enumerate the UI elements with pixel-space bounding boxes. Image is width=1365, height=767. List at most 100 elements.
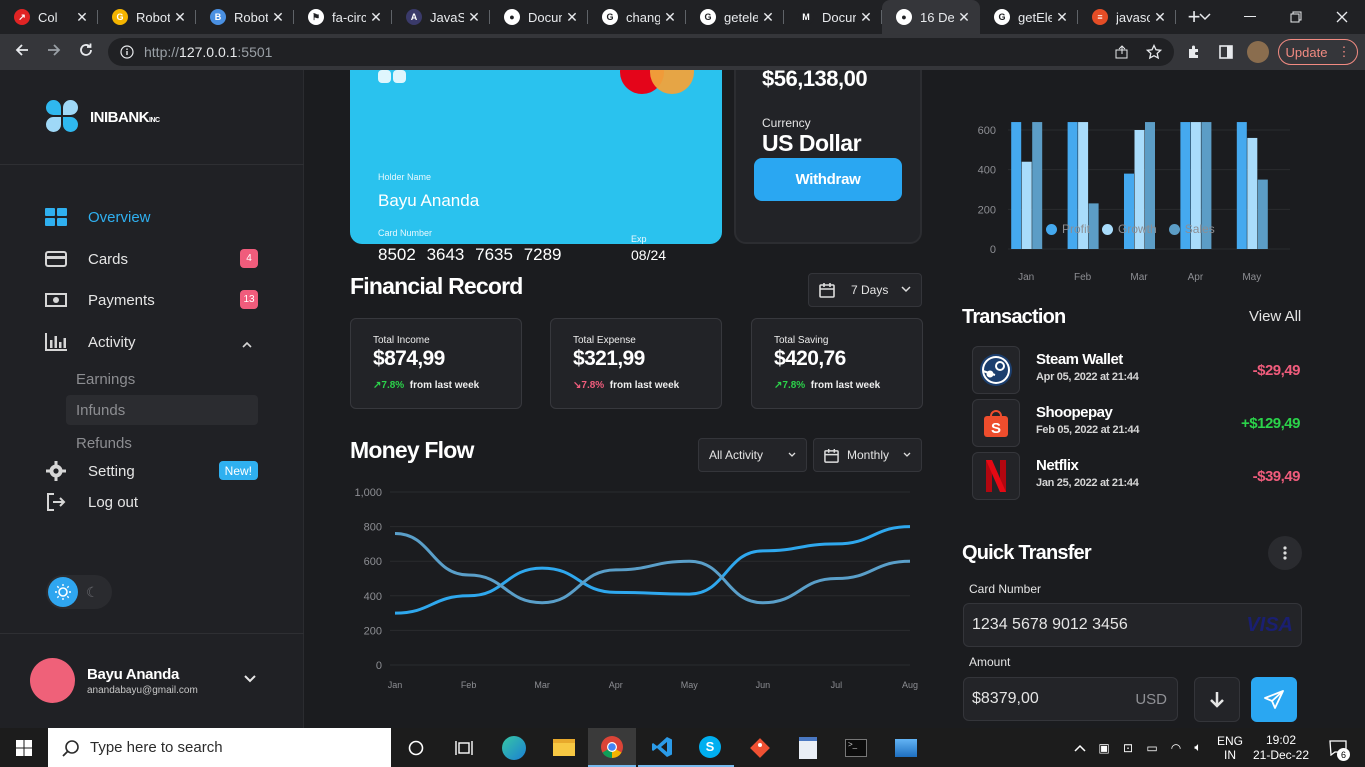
edge-icon[interactable] <box>490 728 538 767</box>
activity-filter-dropdown[interactable]: All Activity <box>698 438 807 472</box>
subnav-refunds[interactable]: Refunds <box>66 428 258 458</box>
skype-icon[interactable]: S <box>686 728 734 767</box>
chevron-down-icon <box>788 450 796 461</box>
tab-title: Docum <box>528 9 562 25</box>
tab-close-icon[interactable]: ✕ <box>1150 9 1170 26</box>
chevron-up-icon[interactable] <box>242 335 252 352</box>
tab-close-icon[interactable]: ✕ <box>170 9 190 26</box>
bar-profit <box>1011 122 1022 249</box>
chevron-down-icon[interactable] <box>244 670 256 686</box>
back-button[interactable] <box>6 42 38 63</box>
browser-tab[interactable]: ● Docum✕ <box>490 0 588 34</box>
battery-icon[interactable]: ▭ <box>1142 728 1162 767</box>
onedrive-icon[interactable]: ▣ <box>1094 728 1114 767</box>
browser-tab[interactable]: G Roboto✕ <box>98 0 196 34</box>
tab-close-icon[interactable]: ✕ <box>366 9 386 26</box>
tab-close-icon[interactable]: ✕ <box>856 9 876 26</box>
browser-tab[interactable]: A JavaSc✕ <box>392 0 490 34</box>
tab-close-icon[interactable]: ✕ <box>954 9 974 26</box>
site-info-icon[interactable] <box>120 45 134 59</box>
notification-center-icon[interactable]: 6 <box>1318 728 1358 767</box>
share-icon[interactable] <box>1106 34 1138 70</box>
taskbar-search-box[interactable]: Type here to search <box>48 728 391 767</box>
git-kraken-icon[interactable] <box>736 728 784 767</box>
tab-favicon-icon: ↗ <box>14 9 30 25</box>
nav-cards[interactable]: Cards 4 <box>45 247 260 271</box>
browser-tab[interactable]: B Robot ✕ <box>196 0 294 34</box>
browser-tab[interactable]: ↗ Col ✕ <box>0 0 98 34</box>
browser-tab[interactable]: ≡ javasc ✕ <box>1078 0 1176 34</box>
browser-tab[interactable]: Gchang ✕ <box>588 0 686 34</box>
photos-icon[interactable] <box>882 728 930 767</box>
card-number-field[interactable]: 1234 5678 9012 3456 VISA <box>963 603 1302 647</box>
brand-logo[interactable]: INIBANKINC <box>46 100 160 134</box>
volume-icon[interactable]: 🔈︎ <box>1188 728 1208 767</box>
user-profile[interactable]: Bayu Ananda anandabayu@gmail.com <box>30 658 198 703</box>
cortana-icon[interactable] <box>392 728 440 767</box>
range-dropdown[interactable]: 7 Days <box>808 273 922 307</box>
card-chip-icon <box>378 70 408 88</box>
extensions-icon[interactable] <box>1178 34 1210 70</box>
bookmark-star-icon[interactable] <box>1138 34 1170 70</box>
subnav-infunds[interactable]: Infunds <box>66 395 258 425</box>
tab-search-chevron-icon[interactable] <box>1182 0 1228 34</box>
browser-tab[interactable]: M Docum✕ <box>784 0 882 34</box>
minimize-button[interactable] <box>1227 0 1273 34</box>
chrome-icon[interactable] <box>588 728 636 767</box>
file-explorer-icon[interactable] <box>540 728 588 767</box>
view-all-link[interactable]: View All <box>1249 308 1301 325</box>
restore-button[interactable] <box>1273 0 1319 34</box>
tab-close-icon[interactable]: ✕ <box>1052 9 1072 26</box>
vscode-icon[interactable] <box>638 728 686 767</box>
tab-close-icon[interactable]: ✕ <box>660 9 680 26</box>
tray-chevron-up-icon[interactable] <box>1070 728 1090 767</box>
transaction-row[interactable]: S Shoopepay Feb 05, 2022 at 21:44 +$129,… <box>972 399 1302 447</box>
browser-tab[interactable]: ● 16 Dec✕ <box>882 0 980 34</box>
nav-activity[interactable]: Activity <box>45 330 260 354</box>
forward-button[interactable] <box>38 42 70 63</box>
tab-close-icon[interactable]: ✕ <box>268 9 288 26</box>
clock[interactable]: 19:02 21-Dec-22 <box>1250 728 1312 767</box>
transaction-row[interactable]: Netflix Jan 25, 2022 at 21:44 -$39,49 <box>972 452 1302 500</box>
tab-close-icon[interactable]: ✕ <box>72 9 92 26</box>
tab-close-icon[interactable]: ✕ <box>758 9 778 26</box>
nav-payments[interactable]: Payments 13 <box>45 288 260 312</box>
amount-field[interactable]: $8379,00 USD <box>963 677 1178 721</box>
profile-avatar-icon[interactable] <box>1242 34 1274 70</box>
nav-overview[interactable]: Overview <box>45 205 260 229</box>
terminal-icon[interactable]: >_ <box>832 728 880 767</box>
x-tick-label: Mar <box>534 680 550 690</box>
browser-tab[interactable]: GgetEle ✕ <box>980 0 1078 34</box>
bank-card[interactable]: Holder Name Bayu Ananda Card Number 8502… <box>350 70 722 264</box>
task-view-icon[interactable] <box>440 728 488 767</box>
security-icon[interactable]: ⊡ <box>1118 728 1138 767</box>
side-panel-icon[interactable] <box>1210 34 1242 70</box>
address-bar[interactable]: http://127.0.0.1:5501 <box>108 38 1174 66</box>
tab-close-icon[interactable]: ✕ <box>562 9 582 26</box>
browser-tab[interactable]: ⚑ fa-circ ✕ <box>294 0 392 34</box>
transaction-row[interactable]: Steam Wallet Apr 05, 2022 at 21:44 -$29,… <box>972 346 1302 394</box>
browser-tab[interactable]: Ggetele ✕ <box>686 0 784 34</box>
money-flow-title: Money Flow <box>350 437 474 463</box>
download-button[interactable] <box>1194 677 1240 722</box>
language-indicator[interactable]: ENG IN <box>1212 728 1248 767</box>
x-tick-label: Jun <box>756 680 771 690</box>
nav-setting[interactable]: Setting New! <box>45 459 260 483</box>
nav-logout[interactable]: Log out <box>45 490 260 514</box>
send-button[interactable] <box>1251 677 1297 722</box>
subnav-earnings[interactable]: Earnings <box>66 364 258 394</box>
x-tick-label: Jul <box>831 680 843 690</box>
close-window-button[interactable] <box>1319 0 1365 34</box>
withdraw-button[interactable]: Withdraw <box>754 158 902 201</box>
document-app-icon[interactable] <box>784 728 832 767</box>
windows-start-button[interactable] <box>0 728 48 767</box>
transaction-amount: +$129,49 <box>1241 415 1300 432</box>
update-button[interactable]: Update ⋮ <box>1278 39 1358 65</box>
reload-button[interactable] <box>70 42 102 63</box>
series-line-1 <box>394 525 911 615</box>
tab-close-icon[interactable]: ✕ <box>464 9 484 26</box>
more-options-button[interactable] <box>1268 536 1302 570</box>
wifi-icon[interactable]: ◠ <box>1166 728 1186 767</box>
period-filter-dropdown[interactable]: Monthly <box>813 438 922 472</box>
theme-toggle[interactable]: ☾ <box>46 575 112 609</box>
